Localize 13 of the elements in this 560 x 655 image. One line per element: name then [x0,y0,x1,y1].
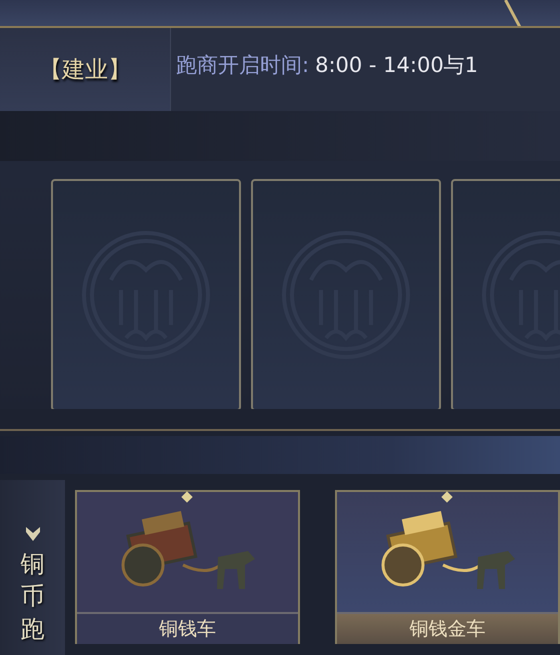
category-tab[interactable]: 铜币跑 [0,480,65,655]
empty-slot[interactable] [51,179,241,409]
cart-card[interactable]: 铜钱金车 [335,490,560,644]
cart-name: 铜钱车 [77,614,298,644]
schedule-label: 跑商开启时间: [176,52,310,78]
city-title: 【建业】 [0,28,171,111]
empty-slot[interactable] [251,179,441,409]
cart-name: 铜钱金车 [337,614,558,644]
category-label: 铜币跑 [20,549,44,645]
gem-icon [441,491,453,503]
cart-card[interactable]: 铜钱车 [75,490,300,644]
gem-icon [181,491,193,503]
schedule-time: 8:00 - 14:00与1 [315,52,478,78]
